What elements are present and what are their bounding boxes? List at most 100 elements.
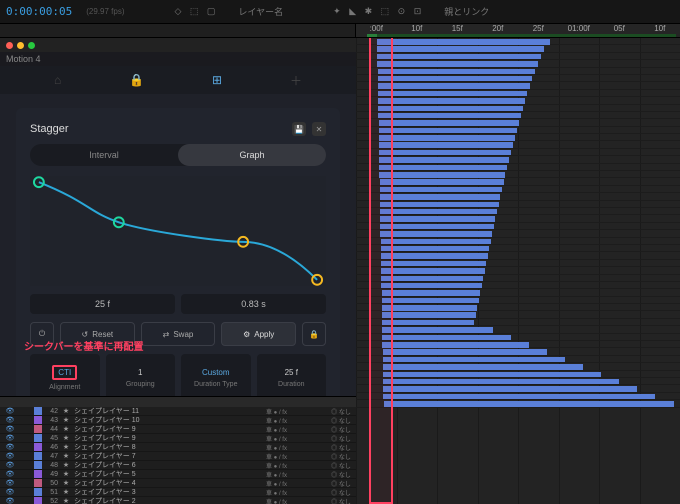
layer-bar[interactable] <box>382 327 492 333</box>
label-color[interactable] <box>34 434 42 442</box>
apply-button[interactable]: ⚙ Apply <box>221 322 296 346</box>
timeline-area[interactable] <box>356 38 680 504</box>
plus-icon[interactable]: ＋ <box>290 72 302 89</box>
layer-bar[interactable] <box>380 231 492 237</box>
layer-bar[interactable] <box>378 76 532 82</box>
layer-bar[interactable] <box>383 394 655 400</box>
opt-duration-type[interactable]: Custom Duration Type <box>181 354 251 402</box>
layer-bar[interactable] <box>380 209 497 215</box>
label-color[interactable] <box>34 425 42 433</box>
layer-bar[interactable] <box>381 253 488 259</box>
stagger-icon[interactable]: ⊞ <box>212 73 222 87</box>
layer-bar[interactable] <box>378 98 525 104</box>
tab-interval[interactable]: Interval <box>30 144 178 166</box>
layer-bar[interactable] <box>382 342 528 348</box>
easing-graph[interactable] <box>30 176 326 286</box>
layer-bar[interactable] <box>377 54 540 60</box>
layer-bar[interactable] <box>379 165 507 171</box>
visibility-icon[interactable]: 👁 <box>0 461 20 469</box>
layer-bar[interactable] <box>378 106 522 112</box>
label-color[interactable] <box>34 470 42 478</box>
layer-bar[interactable] <box>379 128 517 134</box>
label-color[interactable] <box>34 407 42 415</box>
playhead-highlight[interactable] <box>369 38 393 504</box>
layer-bar[interactable] <box>384 401 674 407</box>
layer-bar[interactable] <box>381 283 481 289</box>
layer-bar[interactable] <box>383 372 601 378</box>
save-icon[interactable]: 💾 <box>292 122 306 136</box>
layer-bar[interactable] <box>379 157 509 163</box>
close-icon[interactable] <box>6 42 13 49</box>
layer-bar[interactable] <box>382 312 476 318</box>
layer-bar[interactable] <box>377 39 550 45</box>
layer-bar[interactable] <box>377 61 537 67</box>
layer-bar[interactable] <box>382 290 481 296</box>
layer-bar[interactable] <box>382 335 510 341</box>
maximize-icon[interactable] <box>28 42 35 49</box>
visibility-icon[interactable]: 👁 <box>0 488 20 496</box>
layer-bar[interactable] <box>383 364 583 370</box>
visibility-icon[interactable]: 👁 <box>0 452 20 460</box>
layer-bar[interactable] <box>380 224 493 230</box>
visibility-icon[interactable]: 👁 <box>0 470 20 478</box>
value-frames[interactable]: 25 f <box>30 294 175 314</box>
layer-bar[interactable] <box>380 187 502 193</box>
layer-bar[interactable] <box>381 261 486 267</box>
layer-table: 👁42★シェイプレイヤー 11車 ● / fx◎ なし👁43★シェイプレイヤー … <box>0 396 356 504</box>
label-color[interactable] <box>34 461 42 469</box>
layer-bar[interactable] <box>380 179 504 185</box>
visibility-icon[interactable]: 👁 <box>0 434 20 442</box>
layer-bar[interactable] <box>381 239 491 245</box>
layer-bar[interactable] <box>381 268 484 274</box>
visibility-icon[interactable]: 👁 <box>0 443 20 451</box>
layer-bar[interactable] <box>382 320 474 326</box>
layer-bar[interactable] <box>383 386 637 392</box>
layer-bar[interactable] <box>381 246 489 252</box>
panel-titlebar[interactable] <box>0 38 356 52</box>
time-ruler[interactable]: :00f10f15f20f25f01:00f05f10f <box>356 24 680 37</box>
timecode-display[interactable]: 0:00:00:05 <box>6 5 72 18</box>
layer-bar[interactable] <box>383 349 547 355</box>
value-seconds[interactable]: 0.83 s <box>181 294 326 314</box>
visibility-icon[interactable]: 👁 <box>0 425 20 433</box>
layer-bar[interactable] <box>382 305 477 311</box>
layer-bar[interactable] <box>379 120 519 126</box>
layer-bar[interactable] <box>377 46 544 52</box>
layer-bar[interactable] <box>379 172 505 178</box>
layer-bar[interactable] <box>379 142 513 148</box>
layer-bar[interactable] <box>380 216 495 222</box>
lock-icon[interactable]: 🔒 <box>129 73 144 87</box>
layer-bar[interactable] <box>383 357 565 363</box>
minimize-icon[interactable] <box>17 42 24 49</box>
layer-bar[interactable] <box>378 83 530 89</box>
layer-bar[interactable] <box>381 276 483 282</box>
lock-apply-icon[interactable]: 🔒 <box>302 322 326 346</box>
layer-bar[interactable] <box>379 150 511 156</box>
visibility-icon[interactable]: 👁 <box>0 407 20 415</box>
label-color[interactable] <box>34 479 42 487</box>
tab-graph[interactable]: Graph <box>178 144 326 166</box>
layer-row[interactable]: 👁52★シェイプレイヤー 2車 ● / fx◎ なし <box>0 497 356 504</box>
label-color[interactable] <box>34 497 42 504</box>
layer-bar[interactable] <box>382 298 479 304</box>
swap-button[interactable]: ⇄ Swap <box>141 322 216 346</box>
layer-bar[interactable] <box>380 202 499 208</box>
label-color[interactable] <box>34 452 42 460</box>
layer-bar[interactable] <box>379 135 515 141</box>
visibility-icon[interactable]: 👁 <box>0 497 20 504</box>
layer-bar[interactable] <box>378 91 527 97</box>
label-color[interactable] <box>34 488 42 496</box>
layer-bar[interactable] <box>383 379 619 385</box>
opt-alignment[interactable]: CTI Alignment <box>30 354 100 402</box>
label-color[interactable] <box>34 416 42 424</box>
close-panel-icon[interactable]: ✕ <box>312 122 326 136</box>
opt-duration[interactable]: 25 f Duration <box>257 354 327 402</box>
visibility-icon[interactable]: 👁 <box>0 416 20 424</box>
layer-bar[interactable] <box>380 194 500 200</box>
layer-bar[interactable] <box>378 113 520 119</box>
opt-grouping[interactable]: 1 Grouping <box>106 354 176 402</box>
layer-bar[interactable] <box>378 69 535 75</box>
label-color[interactable] <box>34 443 42 451</box>
visibility-icon[interactable]: 👁 <box>0 479 20 487</box>
home-icon[interactable]: ⌂ <box>54 73 61 87</box>
